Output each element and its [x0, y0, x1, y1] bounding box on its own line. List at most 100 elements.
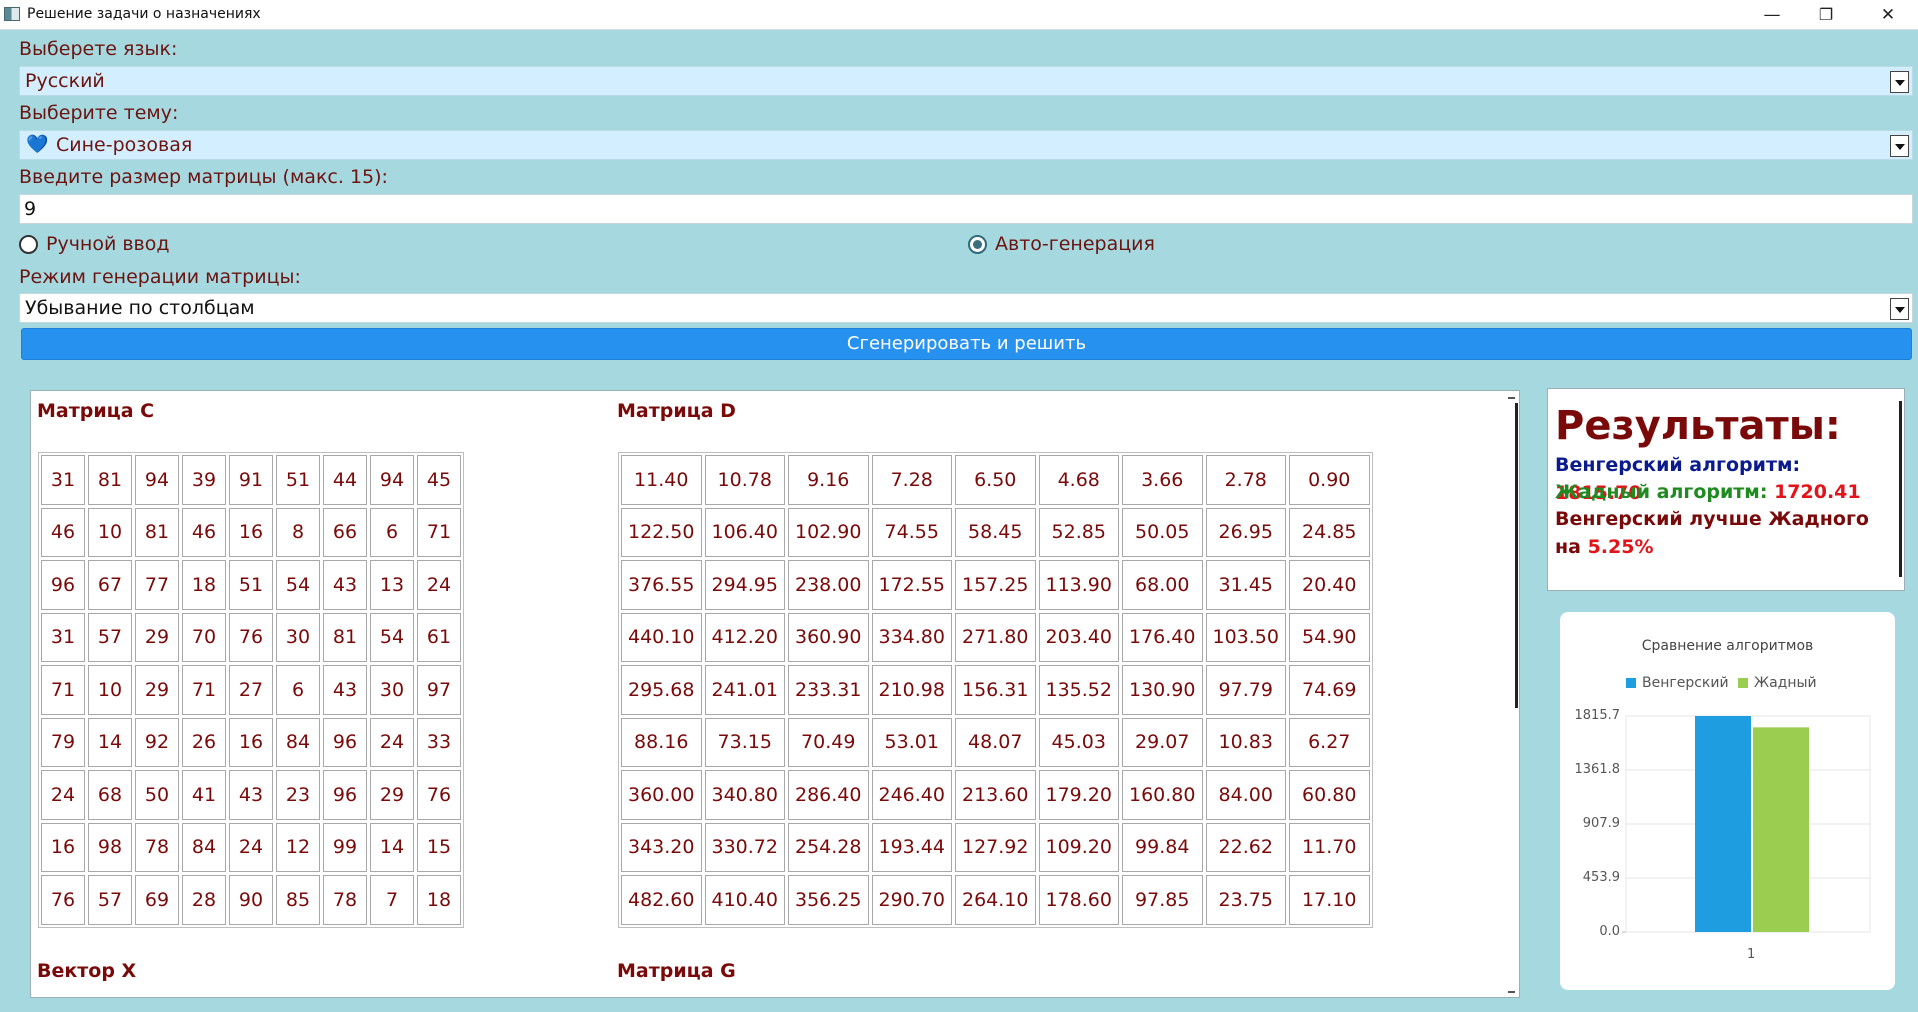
matrix-cell: 6.27 [1289, 717, 1370, 767]
matrix-cell: 103.50 [1205, 612, 1286, 662]
matrix-cell: 43 [323, 665, 367, 715]
matrix-cell: 24 [41, 770, 85, 820]
matrix-cell: 26 [182, 717, 226, 767]
chevron-down-icon[interactable] [1890, 298, 1909, 320]
matrix-cell: 85 [276, 875, 320, 925]
matrix-cell: 81 [88, 455, 132, 505]
matrix-cell: 31 [41, 455, 85, 505]
scroll-down-icon[interactable] [1508, 987, 1515, 993]
close-icon[interactable]: ✕ [1858, 0, 1918, 30]
matrix-cell: 44 [323, 455, 367, 505]
greedy-result: Жадный алгоритм: 1720.41 [1555, 478, 1885, 506]
scroll-up-icon[interactable] [1508, 397, 1515, 404]
matrix-cell: 10 [88, 507, 132, 557]
matrix-cell: 24 [229, 822, 273, 872]
radio-unchecked-icon[interactable] [19, 235, 38, 254]
minimize-icon[interactable]: — [1742, 0, 1802, 30]
radio-checked-icon[interactable] [968, 235, 987, 254]
matrix-cell: 343.20 [621, 822, 702, 872]
matrix-cell: 3.66 [1122, 455, 1203, 505]
matrix-cell: 20.40 [1289, 560, 1370, 610]
matrix-cell: 98 [88, 822, 132, 872]
matrix-cell: 2.78 [1205, 455, 1286, 505]
matrix-cell: 11.70 [1289, 822, 1370, 872]
matrix-cell: 99 [323, 822, 367, 872]
matrix-cell: 70.49 [788, 717, 869, 767]
matrix-cell: 24.85 [1289, 507, 1370, 557]
matrix-size-input[interactable] [20, 195, 1912, 223]
restore-icon[interactable]: ❐ [1796, 0, 1856, 30]
matrix-cell: 30 [276, 612, 320, 662]
matrix-cell: 10.78 [704, 455, 785, 505]
matrix-cell: 39 [182, 455, 226, 505]
theme-select[interactable]: 💙 Сине-розовая [19, 130, 1913, 160]
matrix-cell: 58.45 [955, 507, 1036, 557]
matrix-cell: 23 [276, 770, 320, 820]
matrix-cell: 33 [417, 717, 461, 767]
matrix-cell: 84.00 [1205, 770, 1286, 820]
matrix-cell: 290.70 [871, 875, 952, 925]
matrix-cell: 10 [88, 665, 132, 715]
matrix-cell: 8 [276, 507, 320, 557]
matrix-c-table: 31 81 94 39 91 51 44 94 45 46 10 81 46 16 8 66 6 71 96 67 77… [38, 452, 464, 928]
matrix-cell: 233.31 [788, 665, 869, 715]
matrix-cell: 54 [370, 612, 414, 662]
matrix-g-title: Матрица G [617, 960, 736, 982]
results-scrollbar[interactable] [1890, 389, 1904, 590]
matrix-cell: 130.90 [1122, 665, 1203, 715]
matrix-cell: 29 [135, 612, 179, 662]
matrix-cell: 127.92 [955, 822, 1036, 872]
matrix-cell: 14 [88, 717, 132, 767]
matrix-cell: 96 [323, 717, 367, 767]
matrix-cell: 46 [41, 507, 85, 557]
generate-and-solve-button[interactable]: Сгенерировать и решить [21, 328, 1912, 360]
matrix-cell: 360.90 [788, 612, 869, 662]
bar-greedy [1753, 727, 1809, 932]
matrix-cell: 135.52 [1038, 665, 1119, 715]
matrix-cell: 91 [229, 455, 273, 505]
matrix-cell: 102.90 [788, 507, 869, 557]
matrix-cell: 28 [182, 875, 226, 925]
algorithm-comparison-chart [1622, 715, 1871, 933]
language-select[interactable]: Русский [19, 66, 1913, 96]
matrix-cell: 46 [182, 507, 226, 557]
matrix-cell: 74.69 [1289, 665, 1370, 715]
matrix-cell: 68.00 [1122, 560, 1203, 610]
matrix-cell: 18 [417, 875, 461, 925]
auto-generation-radio[interactable]: Авто-генерация [968, 232, 1168, 260]
matrix-cell: 45.03 [1038, 717, 1119, 767]
matrix-cell: 210.98 [871, 665, 952, 715]
matrices-scrollbar[interactable] [1505, 391, 1519, 997]
matrix-cell: 60.80 [1289, 770, 1370, 820]
language-label: Выберете язык: [19, 38, 178, 60]
matrix-cell: 92 [135, 717, 179, 767]
hungarian-label: Венгерский алгоритм: [1555, 454, 1801, 476]
matrix-cell: 10.83 [1205, 717, 1286, 767]
generation-mode-select[interactable]: Убывание по столбцам [19, 293, 1913, 323]
generation-mode-value: Убывание по столбцам [25, 297, 255, 319]
matrix-cell: 17.10 [1289, 875, 1370, 925]
matrix-cell: 76 [229, 612, 273, 662]
chevron-down-icon[interactable] [1890, 71, 1909, 93]
scrollbar-thumb[interactable] [1515, 403, 1518, 708]
matrix-cell: 76 [41, 875, 85, 925]
matrix-cell: 97.85 [1122, 875, 1203, 925]
matrix-cell: 81 [135, 507, 179, 557]
matrix-cell: 440.10 [621, 612, 702, 662]
chevron-down-icon[interactable] [1890, 135, 1909, 157]
matrix-cell: 16 [229, 717, 273, 767]
matrix-size-field[interactable] [19, 194, 1913, 224]
manual-input-radio[interactable]: Ручной ввод [19, 232, 199, 260]
matrix-cell: 193.44 [871, 822, 952, 872]
matrix-cell: 31.45 [1205, 560, 1286, 610]
vector-x-title: Вектор X [37, 960, 137, 982]
scrollbar-thumb[interactable] [1899, 401, 1902, 577]
matrix-cell: 6 [276, 665, 320, 715]
matrix-cell: 29 [370, 770, 414, 820]
matrix-cell: 106.40 [704, 507, 785, 557]
matrix-c-title: Матрица C [37, 400, 155, 422]
bar-hungarian [1695, 716, 1751, 932]
matrix-cell: 113.90 [1038, 560, 1119, 610]
matrix-cell: 54.90 [1289, 612, 1370, 662]
matrix-cell: 52.85 [1038, 507, 1119, 557]
